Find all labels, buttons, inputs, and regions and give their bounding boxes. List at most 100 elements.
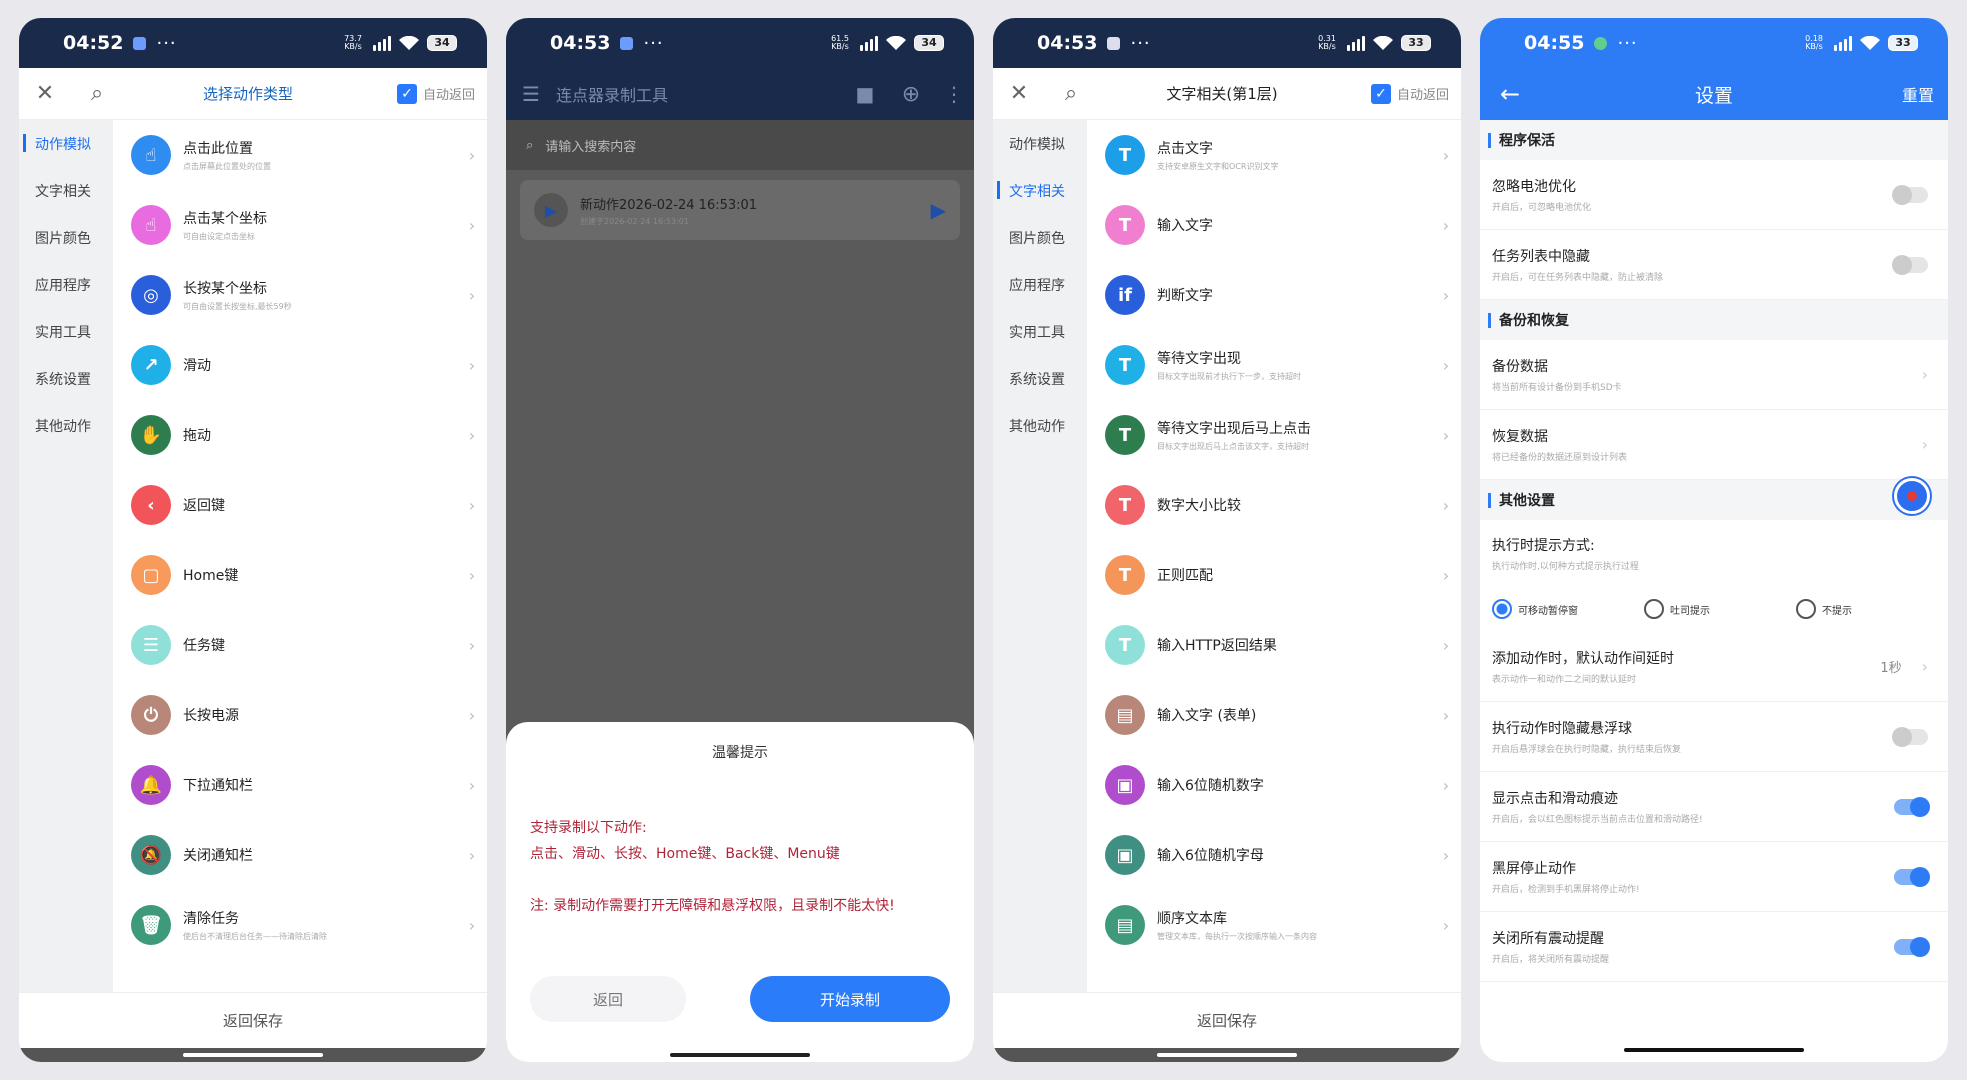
action-title: Home键 xyxy=(183,568,239,584)
action-item[interactable]: ▤ 顺序文本库 管理文本库，每执行一次按顺序输入一条内容 › xyxy=(1087,890,1461,960)
action-item[interactable]: ☰ 任务键 › xyxy=(113,610,487,680)
wifi-icon xyxy=(399,35,419,50)
search-icon[interactable]: ⌕ xyxy=(71,81,123,106)
action-item[interactable]: ☝ 点击此位置 点击屏幕此位置处的位置 › xyxy=(113,120,487,190)
action-icon: T xyxy=(1105,415,1145,455)
setting-backup[interactable]: 备份数据 将当前所有设计备份到手机SD卡 › xyxy=(1480,340,1948,410)
action-item[interactable]: ⏻ 长按电源 › xyxy=(113,680,487,750)
action-item[interactable]: T 输入HTTP返回结果 › xyxy=(1087,610,1461,680)
sidebar-item-apps[interactable]: 应用程序 xyxy=(19,261,113,308)
back-button[interactable]: 返回 xyxy=(530,976,686,1022)
dialog-line: 点击、滑动、长按、Home键、Back键、Menu键 xyxy=(530,846,840,862)
action-item[interactable]: T 数字大小比较 › xyxy=(1087,470,1461,540)
home-indicator[interactable] xyxy=(1157,1053,1297,1057)
reset-button[interactable]: 重置 xyxy=(1888,82,1948,106)
action-item[interactable]: ▣ 输入6位随机数字 › xyxy=(1087,750,1461,820)
sidebar-item-other[interactable]: 其他动作 xyxy=(993,402,1087,449)
app-notification-icon xyxy=(620,36,634,50)
action-item[interactable]: ☝ 点击某个坐标 可自由设定点击坐标 › xyxy=(113,190,487,260)
radio-none[interactable]: 不提示 xyxy=(1796,599,1948,619)
action-item[interactable]: ✋ 拖动 › xyxy=(113,400,487,470)
sidebar-item-image-color[interactable]: 图片颜色 xyxy=(993,214,1087,261)
setting-vibrate-off[interactable]: 关闭所有震动提醒 开启后，将关闭所有震动提醒 xyxy=(1480,912,1948,982)
sidebar-item-system[interactable]: 系统设置 xyxy=(993,355,1087,402)
action-item[interactable]: ◎ 长按某个坐标 可自由设置长按坐标,最长59秒 › xyxy=(113,260,487,330)
action-item[interactable]: ↗ 滑动 › xyxy=(113,330,487,400)
auto-return-checkbox[interactable]: ✓ 自动返回 xyxy=(396,83,475,104)
video-icon[interactable]: ■ xyxy=(842,82,888,106)
radio-movable-pause[interactable]: 可移动暂停窗 xyxy=(1492,599,1644,619)
floating-ball-icon[interactable] xyxy=(1894,478,1930,514)
action-item[interactable]: 🗑 清除任务 使后台不清理后台任务——待清除后清除 › xyxy=(113,890,487,960)
setting-hide-task[interactable]: 任务列表中隐藏 开启后，可在任务列表中隐藏，防止被清除 xyxy=(1480,230,1948,300)
menu-icon[interactable]: ☰ xyxy=(506,82,556,106)
setting-restore[interactable]: 恢复数据 将已经备份的数据还原到设计列表 › xyxy=(1480,410,1948,480)
setting-sub: 将已经备份的数据还原到设计列表 xyxy=(1492,453,1628,463)
home-indicator[interactable] xyxy=(670,1053,810,1057)
signal-icon xyxy=(1347,35,1365,51)
action-icon: ☝ xyxy=(131,135,171,175)
status-bar: 04:53 ··· 0.31 KB/s 33 xyxy=(993,18,1461,68)
toggle-switch[interactable] xyxy=(1892,726,1928,747)
action-text: 滑动 xyxy=(183,355,457,375)
chevron-right-icon: › xyxy=(1442,635,1450,655)
toggle-switch[interactable] xyxy=(1894,866,1930,887)
item-sub: 创建于2026-02-24 16:53:01 xyxy=(580,216,689,226)
toggle-switch[interactable] xyxy=(1894,936,1930,957)
action-title: 输入6位随机字母 xyxy=(1157,848,1264,864)
close-icon[interactable]: ✕ xyxy=(19,81,71,106)
sidebar-item-action-sim[interactable]: 动作模拟 xyxy=(993,120,1087,167)
add-icon[interactable]: ⊕ xyxy=(888,82,934,107)
setting-title: 任务列表中隐藏 xyxy=(1492,249,1590,265)
home-indicator[interactable] xyxy=(1624,1048,1804,1052)
sidebar-item-other[interactable]: 其他动作 xyxy=(19,402,113,449)
sidebar-item-tools[interactable]: 实用工具 xyxy=(19,308,113,355)
action-text: 数字大小比较 xyxy=(1157,495,1431,515)
search-icon[interactable]: ⌕ xyxy=(1045,81,1097,106)
action-text: 长按电源 xyxy=(183,705,457,725)
setting-hide-ball[interactable]: 执行动作时隐藏悬浮球 开启后悬浮球会在执行时隐藏，执行结束后恢复 xyxy=(1480,702,1948,772)
search-input[interactable]: 请输入搜索内容 xyxy=(545,136,636,155)
action-item[interactable]: T 点击文字 支持安卓原生文字和OCR识别文字 › xyxy=(1087,120,1461,190)
start-recording-button[interactable]: 开始录制 xyxy=(750,976,950,1022)
play-icon[interactable]: ▶ xyxy=(534,193,568,227)
action-item[interactable]: 🔕 关闭通知栏 › xyxy=(113,820,487,890)
radio-toast[interactable]: 吐司提示 xyxy=(1644,599,1796,619)
action-item[interactable]: T 等待文字出现 目标文字出现前才执行下一步，支持超时 › xyxy=(1087,330,1461,400)
return-save-button[interactable]: 返回保存 xyxy=(19,992,487,1048)
action-item[interactable]: T 等待文字出现后马上点击 目标文字出现后马上点击该文字，支持超时 › xyxy=(1087,400,1461,470)
dialog-note: 注: 录制动作需要打开无障碍和悬浮权限，且录制不能太快! xyxy=(530,898,895,914)
home-indicator[interactable] xyxy=(183,1053,323,1057)
sidebar-item-text[interactable]: 文字相关 xyxy=(19,167,113,214)
toggle-switch[interactable] xyxy=(1892,184,1928,205)
run-icon[interactable]: ▶ xyxy=(931,198,946,222)
return-save-button[interactable]: 返回保存 xyxy=(993,992,1461,1048)
action-item[interactable]: ▢ Home键 › xyxy=(113,540,487,610)
sidebar-item-image-color[interactable]: 图片颜色 xyxy=(19,214,113,261)
action-item[interactable]: 🔔 下拉通知栏 › xyxy=(113,750,487,820)
toggle-switch[interactable] xyxy=(1892,254,1928,275)
action-item[interactable]: ‹ 返回键 › xyxy=(113,470,487,540)
top-bar: ← 设置 重置 xyxy=(1480,68,1948,120)
setting-default-delay[interactable]: 添加动作时，默认动作间延时 表示动作一和动作二之间的默认延时 1秒 › xyxy=(1480,632,1948,702)
search-bar[interactable]: ⌕ 请输入搜索内容 xyxy=(506,120,974,170)
sidebar-item-action-sim[interactable]: 动作模拟 xyxy=(19,120,113,167)
setting-screen-off-stop[interactable]: 黑屏停止动作 开启后，检测到手机黑屏将停止动作! xyxy=(1480,842,1948,912)
action-item[interactable]: ▣ 输入6位随机字母 › xyxy=(1087,820,1461,890)
sidebar-item-text[interactable]: 文字相关 xyxy=(993,167,1087,214)
action-item[interactable]: T 正则匹配 › xyxy=(1087,540,1461,610)
setting-show-trace[interactable]: 显示点击和滑动痕迹 开启后，会以红色图标提示当前点击位置和滑动路径! xyxy=(1480,772,1948,842)
list-item[interactable]: ▶ 新动作2026-02-24 16:53:01 创建于2026-02-24 1… xyxy=(520,180,960,240)
action-item[interactable]: T 输入文字 › xyxy=(1087,190,1461,260)
toggle-switch[interactable] xyxy=(1894,796,1930,817)
auto-return-checkbox[interactable]: ✓ 自动返回 xyxy=(1370,83,1449,104)
sidebar-item-system[interactable]: 系统设置 xyxy=(19,355,113,402)
close-icon[interactable]: ✕ xyxy=(993,81,1045,106)
setting-ignore-battery[interactable]: 忽略电池优化 开启后，可忽略电池优化 xyxy=(1480,160,1948,230)
action-item[interactable]: if 判断文字 › xyxy=(1087,260,1461,330)
action-item[interactable]: ▤ 输入文字 (表单) › xyxy=(1087,680,1461,750)
sidebar-item-apps[interactable]: 应用程序 xyxy=(993,261,1087,308)
back-arrow-icon[interactable]: ← xyxy=(1480,80,1540,108)
sidebar-item-tools[interactable]: 实用工具 xyxy=(993,308,1087,355)
more-icon[interactable]: ⋮ xyxy=(934,82,974,106)
